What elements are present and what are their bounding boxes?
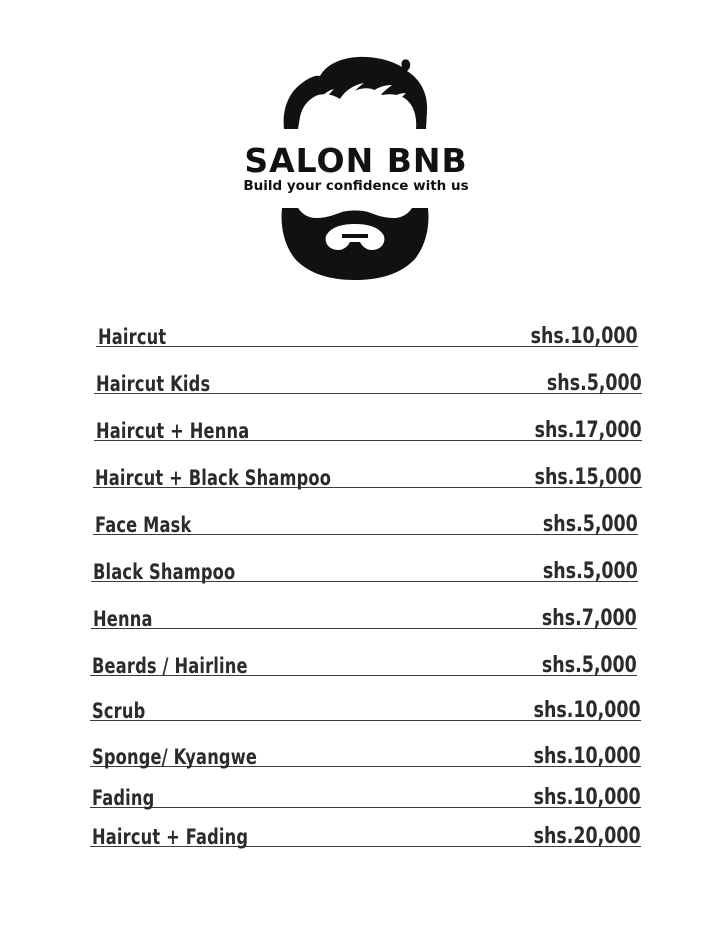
service-row: Haircut Kids shs.5,000 bbox=[94, 362, 642, 396]
service-row: Beards / Hairline shs.5,000 bbox=[90, 644, 637, 678]
service-name: Fading bbox=[92, 786, 155, 810]
service-name: Black Shampoo bbox=[93, 560, 236, 584]
service-row: Henna shs.7,000 bbox=[91, 597, 637, 631]
service-name: Haircut Kids bbox=[96, 372, 211, 396]
service-row: Haircut + Fading shs.20,000 bbox=[90, 815, 641, 849]
service-name: Beards / Hairline bbox=[92, 654, 248, 678]
service-name: Scrub bbox=[92, 699, 146, 723]
service-name: Haircut + Black Shampoo bbox=[95, 466, 332, 490]
service-row: Scrub shs.10,000 bbox=[90, 689, 641, 723]
service-row: Haircut + Henna shs.17,000 bbox=[94, 409, 642, 443]
service-name: Henna bbox=[93, 607, 153, 631]
service-row: Haircut + Black Shampoo shs.15,000 bbox=[93, 456, 642, 490]
service-price: shs.10,000 bbox=[531, 324, 638, 349]
service-name: Haircut bbox=[98, 325, 167, 349]
service-price: shs.20,000 bbox=[534, 824, 641, 849]
service-price: shs.5,000 bbox=[543, 512, 638, 537]
service-row: Haircut shs.10,000 bbox=[96, 315, 638, 349]
service-price: shs.7,000 bbox=[542, 606, 637, 631]
service-price: shs.5,000 bbox=[543, 559, 638, 584]
price-list: Haircut shs.10,000 Haircut Kids shs.5,00… bbox=[0, 0, 720, 931]
service-price: shs.10,000 bbox=[534, 744, 641, 769]
service-price: shs.5,000 bbox=[542, 653, 637, 678]
service-name: Face Mask bbox=[95, 513, 192, 537]
service-name: Haircut + Henna bbox=[96, 419, 250, 443]
service-name: Haircut + Fading bbox=[92, 825, 249, 849]
service-row: Sponge/ Kyangwe shs.10,000 bbox=[90, 735, 641, 769]
service-price: shs.5,000 bbox=[547, 371, 642, 396]
service-name: Sponge/ Kyangwe bbox=[92, 745, 258, 769]
service-row: Black Shampoo shs.5,000 bbox=[91, 550, 638, 584]
service-price: shs.10,000 bbox=[534, 698, 641, 723]
service-row: Fading shs.10,000 bbox=[90, 776, 641, 810]
service-row: Face Mask shs.5,000 bbox=[93, 503, 638, 537]
service-price: shs.17,000 bbox=[535, 418, 642, 443]
service-price: shs.10,000 bbox=[534, 785, 641, 810]
service-price: shs.15,000 bbox=[535, 465, 642, 490]
